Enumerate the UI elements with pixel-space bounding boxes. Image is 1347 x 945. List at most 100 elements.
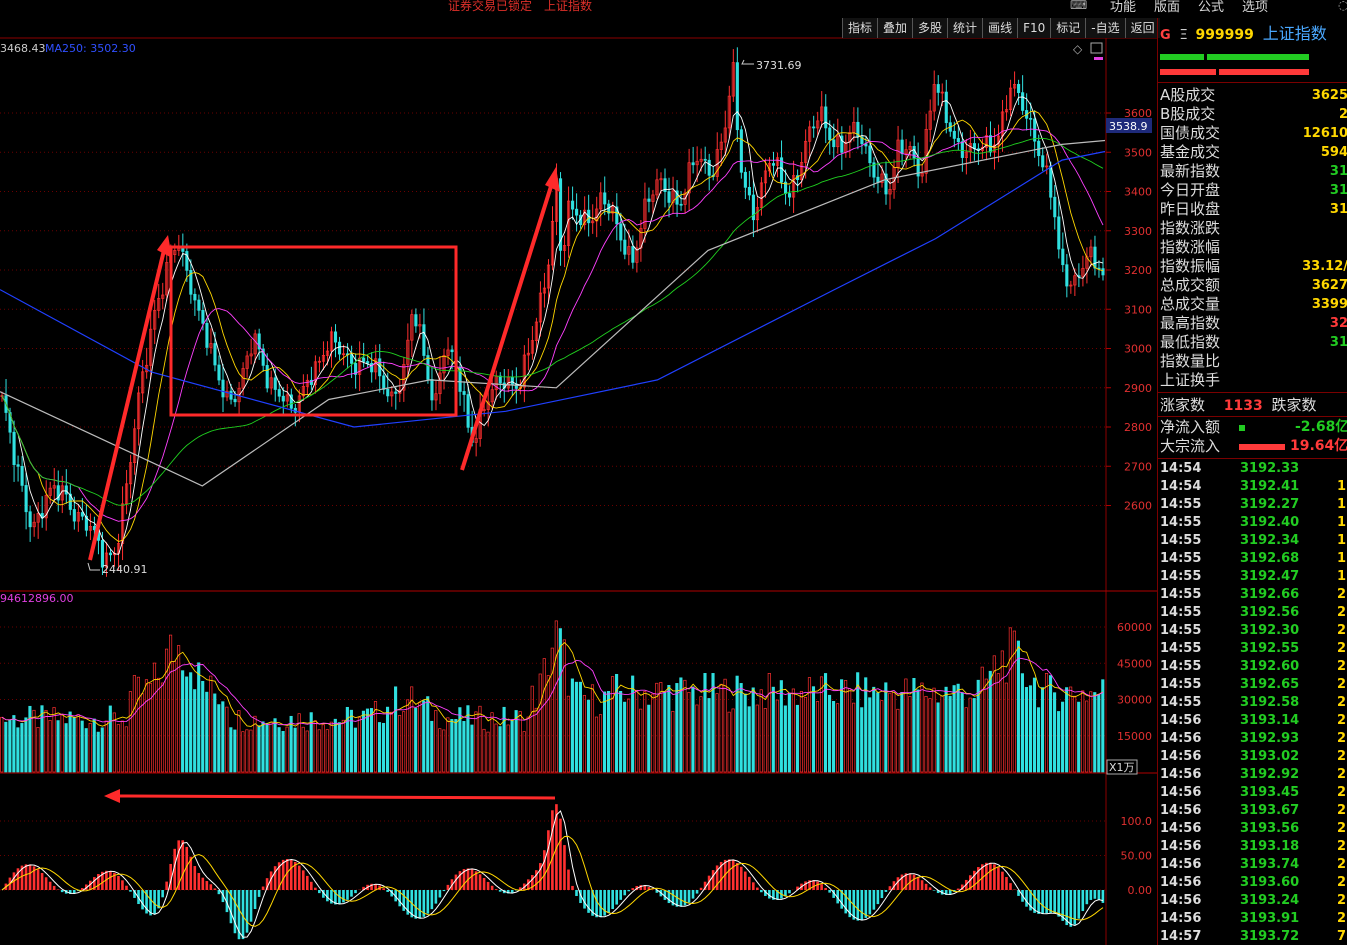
volume-bar [345, 706, 349, 773]
mark-button[interactable]: 标记 [1050, 18, 1086, 38]
tick-price: 3192.56 [1240, 605, 1300, 620]
macd-bar [354, 890, 357, 894]
tick-row: 14:56 3193.24 2 [1158, 892, 1347, 910]
multi-stock-button[interactable]: 多股 [912, 18, 948, 38]
tick-time: 14:56 [1160, 731, 1202, 746]
macd-bar [289, 859, 293, 890]
volume-bar [353, 727, 357, 773]
macd-bar [1009, 883, 1012, 890]
tick-vol: 2 [1336, 695, 1346, 710]
volume-bar [860, 707, 864, 773]
keyboard-icon[interactable]: ⌨ [1070, 0, 1087, 12]
tick-time: 14:55 [1160, 623, 1202, 638]
candle-body [1093, 246, 1097, 269]
candle-body [386, 389, 390, 397]
volume-bar [518, 711, 522, 773]
macd-bar [1041, 890, 1044, 914]
f10-button[interactable]: F10 [1017, 18, 1051, 38]
block-inflow-value: 19.64亿 [1290, 438, 1347, 454]
menu-function[interactable]: 功能 [1110, 0, 1136, 15]
volume-bar [759, 689, 763, 773]
volume-bar [48, 720, 52, 773]
quote-value: 3399 [1311, 297, 1347, 312]
macd-bar [699, 887, 703, 890]
quote-label: A股成交 [1160, 86, 1216, 104]
volume-bar [169, 634, 173, 773]
quote-label: 基金成交 [1160, 143, 1221, 161]
title-bar: 证券交易已锁定 上证指数 功能 版面 公式 选项 ⌨ ◌ [0, 0, 1347, 17]
macd-bar [571, 885, 574, 890]
statistics-button[interactable]: 统计 [947, 18, 983, 38]
macd-bar [117, 875, 120, 890]
macd-bar [752, 882, 755, 890]
volume-bar [385, 706, 390, 773]
macd-bar [125, 885, 128, 890]
tick-row: 14:54 3192.41 1 [1158, 478, 1347, 496]
volume-bar [1085, 700, 1089, 773]
tick-list[interactable]: 14:54 3192.33 14:54 3192.41 1 14:55 3192.27 1 14… [1158, 460, 1347, 945]
volume-bar [241, 731, 245, 773]
chart-canvas[interactable]: 3468.43 MA250: 3502.30 3731.69 2440.91 94612… [0, 0, 1347, 945]
volume-bar [731, 708, 735, 773]
macd-bar [619, 890, 623, 900]
macd-bar [1001, 871, 1004, 890]
volume-bar [438, 728, 442, 773]
quote-value: 31 [1329, 183, 1347, 198]
tick-row: 14:56 3193.67 2 [1158, 802, 1347, 820]
macd-bar [418, 890, 422, 919]
menu-layout[interactable]: 版面 [1154, 0, 1180, 15]
indicator-button[interactable]: 指标 [842, 18, 878, 38]
candle-body [426, 355, 430, 380]
volume-bar [68, 711, 72, 773]
block-inflow-row: 大宗流入 19.64亿 [1160, 437, 1347, 456]
candle-body [944, 91, 948, 124]
volume-bar [24, 717, 28, 773]
macd-bar [245, 890, 249, 933]
remove-watchlist-button[interactable]: -自选 [1085, 18, 1125, 38]
macd-bar [494, 889, 498, 890]
quote-label: B股成交 [1160, 105, 1216, 123]
volume-bar [365, 708, 370, 773]
quote-row: 上证换手 [1160, 371, 1347, 390]
quote-row: 今日开盘 31 [1160, 181, 1347, 200]
tick-time: 14:54 [1160, 461, 1202, 476]
tick-row: 14:56 3193.74 2 [1158, 856, 1347, 874]
candle-body [703, 158, 707, 161]
macd-bar [209, 884, 213, 890]
back-button[interactable]: 返回 [1124, 18, 1160, 38]
macd-bar [442, 890, 446, 892]
candle-body [828, 127, 832, 141]
candle-body [28, 511, 32, 528]
macd-bar [924, 883, 928, 890]
quote-row: 国债成交 12610 [1160, 124, 1347, 143]
volume-bar [233, 729, 237, 773]
tick-time: 14:56 [1160, 803, 1202, 818]
candle-body [366, 361, 370, 364]
overlay-button[interactable]: 叠加 [877, 18, 913, 38]
volume-bar [426, 696, 430, 773]
tick-row: 14:55 3192.65 2 [1158, 676, 1347, 694]
menu-options[interactable]: 选项 [1242, 0, 1268, 15]
menu-formula[interactable]: 公式 [1198, 0, 1224, 15]
volume-bar [562, 639, 566, 773]
candle-body [1041, 155, 1045, 168]
volume-bar [888, 692, 892, 773]
volume-bar [1000, 650, 1004, 773]
draw-line-button[interactable]: 画线 [982, 18, 1018, 38]
volume-bar [52, 707, 56, 773]
macd-bar [731, 860, 735, 890]
quote-row: 最高指数 32 [1160, 314, 1347, 333]
candle-body [221, 379, 225, 398]
macd-bar [1005, 877, 1008, 890]
volume-bar [570, 678, 574, 773]
volume-bar [474, 711, 478, 773]
window-control-icon[interactable]: ◌ [1338, 0, 1347, 12]
menu-icon[interactable]: Ξ [1179, 28, 1187, 43]
candle-body [430, 379, 434, 401]
volume-bar [1024, 687, 1029, 773]
volume-bar [498, 726, 502, 773]
tick-time: 14:56 [1160, 821, 1202, 836]
candle-body [213, 343, 217, 366]
tick-price: 3192.93 [1240, 731, 1300, 746]
candle-body [12, 431, 16, 466]
